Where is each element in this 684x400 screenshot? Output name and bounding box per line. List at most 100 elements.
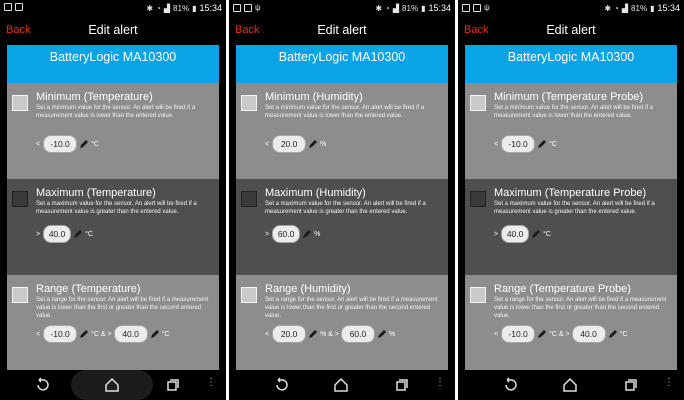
minimum-title: Minimum (Temperature Probe) xyxy=(494,91,644,103)
range-description: Set a range for the sensor. An alert wil… xyxy=(36,297,209,319)
battery-icon: ▮ xyxy=(421,3,426,13)
device-name: BatteryLogic MA10300 xyxy=(465,45,677,83)
back-nav-icon[interactable] xyxy=(273,377,289,393)
recents-nav-icon[interactable] xyxy=(623,377,639,393)
minimum-title: Minimum (Temperature) xyxy=(36,91,153,103)
home-nav-icon[interactable] xyxy=(562,377,578,393)
range-section: Range (Humidity) Set a range for the sen… xyxy=(236,275,448,370)
status-bar: ✱ ◔ ▟ 81% ▮ 15:34 xyxy=(0,0,226,15)
unit-label: % xyxy=(320,140,327,148)
range-max-field[interactable]: 40.0 xyxy=(571,325,606,343)
greater-than-label: > xyxy=(36,230,41,238)
clock: 15:34 xyxy=(428,3,451,13)
battery-percent: 81% xyxy=(631,3,648,13)
minimum-checkbox[interactable] xyxy=(241,95,257,111)
range-checkbox[interactable] xyxy=(241,287,257,303)
clock: 15:34 xyxy=(199,3,222,13)
minimum-value-field[interactable]: -10.0 xyxy=(501,135,536,153)
pencil-icon[interactable] xyxy=(308,329,318,339)
range-separator: % & > xyxy=(320,330,339,338)
maximum-title: Maximum (Temperature Probe) xyxy=(494,187,647,199)
greater-than-label: > xyxy=(494,230,499,238)
range-value-row: < -10.0 °C & > 40.0 °C xyxy=(494,325,627,343)
maximum-description: Set a maximum value for the sensor. An a… xyxy=(265,201,426,215)
pencil-icon[interactable] xyxy=(302,229,312,239)
pencil-icon[interactable] xyxy=(608,329,618,339)
back-nav-icon[interactable] xyxy=(502,377,518,393)
maximum-value-field[interactable]: 60.0 xyxy=(272,225,301,243)
device-name: BatteryLogic MA10300 xyxy=(236,45,448,83)
pencil-icon[interactable] xyxy=(537,329,547,339)
minimum-checkbox[interactable] xyxy=(12,95,28,111)
back-nav-icon[interactable] xyxy=(34,377,50,393)
more-icon[interactable]: ⋮ xyxy=(206,377,216,388)
minimum-section: Minimum (Temperature) Set a minimum valu… xyxy=(7,83,219,179)
range-value-row: < -10.0 °C & > 40.0 °C xyxy=(36,325,169,343)
pencil-icon[interactable] xyxy=(79,139,89,149)
recents-nav-icon[interactable] xyxy=(394,377,410,393)
device-name: BatteryLogic MA10300 xyxy=(7,45,219,83)
more-icon[interactable]: ⋮ xyxy=(435,377,445,388)
home-nav-icon[interactable] xyxy=(333,377,349,393)
minimum-section: Minimum (Humidity) Set a minimum value f… xyxy=(236,83,448,179)
signal-icon: ▟ xyxy=(621,3,629,13)
signal-icon: ▟ xyxy=(163,3,171,13)
maximum-section: Maximum (Temperature Probe) Set a maximu… xyxy=(465,179,677,275)
minimum-value-row: < 20.0 % xyxy=(265,135,326,153)
maximum-value-field[interactable]: 40.0 xyxy=(501,225,530,243)
minimum-section: Minimum (Temperature Probe) Set a minimu… xyxy=(465,83,677,179)
less-than-label: < xyxy=(265,140,270,148)
notification-icon xyxy=(233,3,241,12)
minimum-checkbox[interactable] xyxy=(470,95,486,111)
range-checkbox[interactable] xyxy=(12,287,28,303)
minimum-value-field[interactable]: -10.0 xyxy=(43,135,78,153)
more-icon[interactable]: ⋮ xyxy=(664,377,674,388)
maximum-value-field[interactable]: 40.0 xyxy=(43,225,72,243)
range-min-field[interactable]: 20.0 xyxy=(272,325,307,343)
pencil-icon[interactable] xyxy=(377,329,387,339)
range-min-field[interactable]: -10.0 xyxy=(43,325,78,343)
usb-icon: ψ xyxy=(255,3,261,12)
range-min-field[interactable]: -10.0 xyxy=(501,325,536,343)
range-max-field[interactable]: 40.0 xyxy=(113,325,148,343)
maximum-checkbox[interactable] xyxy=(241,191,257,207)
home-nav-icon[interactable] xyxy=(104,377,120,393)
notification-icon xyxy=(462,3,470,12)
pencil-icon[interactable] xyxy=(79,329,89,339)
page-title: Edit alert xyxy=(88,23,138,37)
title-bar: Back Edit alert xyxy=(0,15,226,45)
unit-label: % xyxy=(314,230,321,238)
minimum-value-field[interactable]: 20.0 xyxy=(272,135,307,153)
unit-label: °C xyxy=(549,140,557,148)
recents-nav-icon[interactable] xyxy=(165,377,181,393)
maximum-description: Set a maximum value for the sensor. An a… xyxy=(494,201,655,215)
unit-label: °C xyxy=(85,230,93,238)
pencil-icon[interactable] xyxy=(537,139,547,149)
range-title: Range (Temperature Probe) xyxy=(494,283,631,295)
maximum-title: Maximum (Temperature) xyxy=(36,187,156,199)
pencil-icon[interactable] xyxy=(150,329,160,339)
maximum-checkbox[interactable] xyxy=(12,191,28,207)
range-max-field[interactable]: 60.0 xyxy=(340,325,375,343)
wifi-icon: ◔ xyxy=(385,3,390,13)
maximum-checkbox[interactable] xyxy=(470,191,486,207)
maximum-value-row: > 40.0 °C xyxy=(36,225,93,243)
less-than-label: < xyxy=(494,330,499,338)
pencil-icon[interactable] xyxy=(308,139,318,149)
battery-percent: 81% xyxy=(402,3,419,13)
unit-label: °C xyxy=(91,140,99,148)
pencil-icon[interactable] xyxy=(531,229,541,239)
pencil-icon[interactable] xyxy=(73,229,83,239)
unit-label: % xyxy=(388,330,396,338)
alert-settings: BatteryLogic MA10300 Minimum (Temperatur… xyxy=(7,45,219,370)
less-than-label: < xyxy=(36,140,41,148)
greater-than-label: > xyxy=(265,230,270,238)
phone-screen-3: ψ ✱ ◔ ▟ 81% ▮ 15:34 Back Edit alert Batt… xyxy=(458,0,684,400)
range-checkbox[interactable] xyxy=(470,287,486,303)
less-than-label: < xyxy=(494,140,499,148)
range-description: Set a range for the sensor. An alert wil… xyxy=(265,297,438,319)
maximum-value-row: > 40.0 °C xyxy=(494,225,551,243)
signal-icon: ▟ xyxy=(392,3,400,13)
range-value-row: < 20.0 % & > 60.0 % xyxy=(265,325,395,343)
status-bar: ψ ✱ ◔ ▟ 81% ▮ 15:34 xyxy=(458,0,684,15)
